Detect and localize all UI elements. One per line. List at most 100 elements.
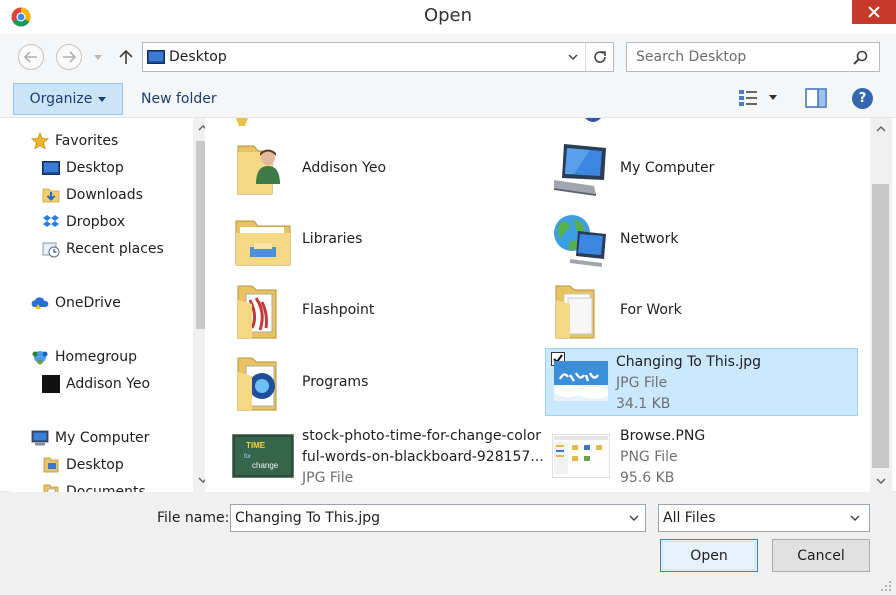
file-item[interactable]: My Computer: [550, 132, 850, 202]
file-name-line2: ful-words-on-blackboard-928157...: [302, 449, 544, 465]
window-title: Open: [423, 5, 473, 26]
sidebar-scrollbar[interactable]: [193, 118, 205, 492]
sidebar-item-my-computer[interactable]: My Computer: [31, 425, 149, 451]
organize-button[interactable]: Organize: [13, 83, 123, 115]
sidebar-item-recent-places[interactable]: Recent places: [42, 236, 164, 262]
file-type: JPG File: [302, 470, 354, 486]
file-item[interactable]: Browse.PNG PNG File 95.6 KB: [550, 426, 850, 492]
image-thumbnail-icon: [552, 434, 610, 478]
image-thumbnail-icon: [554, 361, 608, 401]
scroll-down-button[interactable]: [193, 470, 205, 490]
file-name: Browse.PNG: [620, 428, 706, 444]
arrow-up-icon: [119, 49, 133, 64]
desktop-icon: [42, 161, 60, 175]
new-folder-button[interactable]: New folder: [134, 83, 224, 115]
file-list: Addison Yeo My Computer Libraries Networ…: [205, 118, 870, 492]
file-item-selected[interactable]: Changing To This.jpg JPG File 34.1 KB: [545, 348, 858, 416]
address-bar[interactable]: Desktop: [142, 42, 614, 72]
sidebar-item-documents[interactable]: Documents: [42, 479, 146, 492]
file-type-dropdown-button[interactable]: [845, 508, 865, 528]
file-type-select[interactable]: All Files: [658, 504, 870, 532]
file-item[interactable]: For Work: [550, 274, 850, 344]
close-button[interactable]: [852, 0, 896, 24]
file-name: Changing To This.jpg: [616, 354, 761, 370]
chevron-up-icon: [198, 125, 205, 131]
file-name: Network: [620, 231, 679, 247]
resize-grip-icon[interactable]: [880, 580, 892, 592]
network-icon: [554, 215, 606, 267]
file-item[interactable]: Addison Yeo: [232, 132, 532, 202]
change-view-icon[interactable]: [738, 88, 758, 108]
scroll-down-button[interactable]: [870, 470, 892, 492]
file-type: JPG File: [616, 375, 668, 391]
file-name: Addison Yeo: [302, 160, 387, 176]
star-icon: [31, 132, 49, 150]
address-dropdown-button[interactable]: [563, 43, 583, 71]
file-item[interactable]: Programs: [232, 346, 532, 416]
refresh-button[interactable]: [585, 43, 613, 71]
computer-icon: [554, 144, 606, 196]
sidebar-item-desktop[interactable]: Desktop: [42, 155, 124, 181]
chevron-down-icon: [198, 477, 205, 483]
sidebar-item-label: Homegroup: [55, 349, 138, 365]
back-button[interactable]: [18, 44, 44, 70]
partial-icon: [585, 118, 601, 122]
svg-text:change: change: [252, 461, 279, 470]
search-icon[interactable]: [851, 49, 869, 67]
sidebar-item-label: Recent places: [66, 241, 164, 257]
file-name: My Computer: [620, 160, 715, 176]
recent-places-icon: [42, 242, 60, 258]
sidebar-item-homegroup[interactable]: Homegroup: [31, 344, 137, 370]
forward-button[interactable]: [56, 44, 82, 70]
sidebar-item-favorites[interactable]: Favorites: [31, 128, 118, 154]
libraries-icon: [235, 220, 291, 266]
scroll-up-button[interactable]: [193, 118, 205, 138]
sidebar-item-desktop-folder[interactable]: Desktop: [42, 452, 124, 478]
view-options-chevron-icon[interactable]: [768, 94, 778, 102]
chevron-up-icon: [876, 126, 886, 132]
scrollbar-thumb[interactable]: [872, 184, 889, 468]
sidebar-item-label: Desktop: [66, 160, 124, 176]
sidebar-item-label: Desktop: [66, 457, 124, 473]
navigation-pane: Favorites Desktop Downloads Dropbox Rece…: [9, 118, 205, 492]
sidebar-item-label: Dropbox: [66, 214, 125, 230]
folder-icon: [237, 285, 277, 339]
file-list-scrollbar[interactable]: [870, 118, 892, 492]
file-item[interactable]: Network: [550, 203, 850, 273]
user-icon: [42, 375, 60, 393]
file-item[interactable]: Libraries: [232, 203, 532, 273]
file-type: PNG File: [620, 449, 678, 465]
file-name-dropdown-button[interactable]: [624, 507, 644, 529]
folder-icon: [555, 285, 595, 339]
chevron-down-icon: [568, 54, 578, 60]
sidebar-item-dropbox[interactable]: Dropbox: [42, 209, 125, 235]
scrollbar-thumb[interactable]: [196, 141, 205, 329]
sidebar-item-onedrive[interactable]: OneDrive: [31, 290, 121, 316]
downloads-icon: [42, 188, 60, 203]
file-size: 95.6 KB: [620, 470, 675, 486]
scroll-up-button[interactable]: [870, 118, 892, 140]
up-one-level-button[interactable]: [116, 47, 136, 67]
recent-locations-button[interactable]: [92, 51, 104, 63]
command-toolbar: Organize New folder ?: [0, 80, 896, 118]
chevron-down-icon: [876, 478, 886, 484]
help-button[interactable]: ?: [852, 88, 873, 109]
title-bar: Open: [0, 0, 896, 34]
chevron-down-icon: [98, 96, 107, 102]
preview-pane-icon[interactable]: [805, 88, 827, 108]
dialog-footer: File name: All Files Open Cancel: [0, 492, 896, 595]
search-placeholder: Search Desktop: [636, 49, 747, 65]
sidebar-item-addison-yeo[interactable]: Addison Yeo: [42, 371, 150, 397]
open-button[interactable]: Open: [660, 539, 758, 572]
file-name-line1: stock-photo-time-for-change-color: [302, 428, 542, 444]
cancel-button[interactable]: Cancel: [772, 539, 870, 572]
file-name-input[interactable]: [230, 504, 646, 532]
sidebar-item-downloads[interactable]: Downloads: [42, 182, 143, 208]
sidebar-item-label: My Computer: [55, 430, 150, 446]
file-item[interactable]: TIME for change stock-photo-time-for-cha…: [232, 426, 547, 492]
file-name: Flashpoint: [302, 302, 375, 318]
computer-icon: [31, 430, 49, 446]
file-item[interactable]: Flashpoint: [232, 274, 532, 344]
search-input[interactable]: Search Desktop: [626, 42, 880, 72]
address-text: Desktop: [169, 49, 227, 65]
